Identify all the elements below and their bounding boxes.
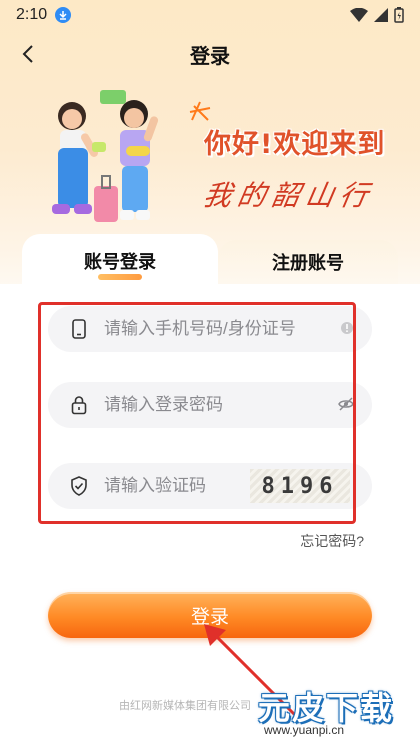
status-time: 2:10 <box>16 6 48 23</box>
chevron-left-icon <box>22 45 33 63</box>
battery-icon <box>394 7 404 23</box>
app-slogan: 我的韶山行 <box>200 179 377 212</box>
wifi-icon <box>350 8 368 22</box>
download-notification-icon <box>55 7 72 23</box>
signal-icon <box>374 8 388 22</box>
hero-banner: 你好!欢迎来到 我的韶山行 <box>0 86 420 236</box>
sparkle-decoration <box>189 101 211 121</box>
page-title: 登录 <box>190 45 230 68</box>
tab-register[interactable]: 注册账号 <box>218 240 398 284</box>
annotation-highlight-box <box>38 302 356 524</box>
welcome-greeting: 你好!欢迎来到 <box>204 129 386 160</box>
nav-bar: 登录 <box>0 34 420 74</box>
travelers-illustration <box>52 90 159 222</box>
tab-register-label: 注册账号 <box>272 253 344 273</box>
status-icons <box>350 7 404 23</box>
watermark-url: www.yuanpi.cn <box>264 723 345 737</box>
tab-account-login[interactable]: 账号登录 <box>22 234 218 288</box>
site-watermark: 元皮下载 www.yuanpi.cn <box>252 683 414 741</box>
login-tabs: 账号登录 注册账号 <box>22 234 398 288</box>
tab-label: 账号登录 <box>84 248 156 280</box>
back-button[interactable] <box>14 40 42 68</box>
forgot-password-link[interactable]: 忘记密码? <box>300 531 364 551</box>
tab-account-login-label: 账号登录 <box>84 252 156 272</box>
active-tab-indicator <box>98 274 142 280</box>
status-bar: 2:10 <box>0 0 420 30</box>
